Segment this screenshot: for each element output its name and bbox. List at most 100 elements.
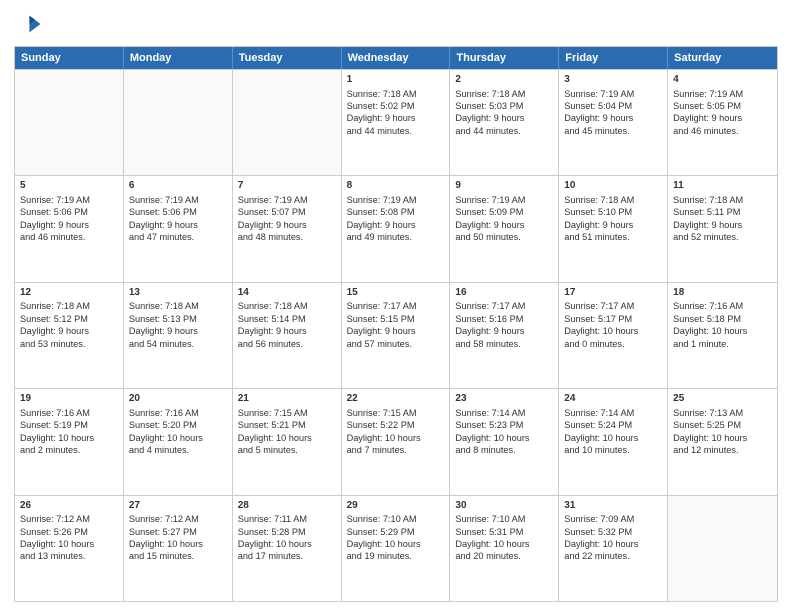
day-info-line: Sunset: 5:29 PM [347, 526, 445, 538]
day-cell-22: 22Sunrise: 7:15 AMSunset: 5:22 PMDayligh… [342, 389, 451, 494]
day-info-line: Daylight: 10 hours [129, 432, 227, 444]
day-number: 27 [129, 499, 227, 513]
day-number: 28 [238, 499, 336, 513]
day-number: 30 [455, 499, 553, 513]
day-info-line: Daylight: 10 hours [673, 432, 772, 444]
day-info-line: Daylight: 9 hours [347, 325, 445, 337]
day-info-line: and 58 minutes. [455, 338, 553, 350]
day-number: 31 [564, 499, 662, 513]
day-info-line: Daylight: 9 hours [673, 112, 772, 124]
day-number: 10 [564, 179, 662, 193]
day-info-line: and 48 minutes. [238, 231, 336, 243]
day-info-line: and 2 minutes. [20, 444, 118, 456]
day-info-line: Sunrise: 7:19 AM [129, 194, 227, 206]
day-info-line: Sunrise: 7:19 AM [455, 194, 553, 206]
day-cell-29: 29Sunrise: 7:10 AMSunset: 5:29 PMDayligh… [342, 496, 451, 601]
day-info-line: Daylight: 9 hours [238, 325, 336, 337]
calendar-row: 12Sunrise: 7:18 AMSunset: 5:12 PMDayligh… [15, 282, 777, 388]
day-cell-31: 31Sunrise: 7:09 AMSunset: 5:32 PMDayligh… [559, 496, 668, 601]
day-info-line: Sunrise: 7:14 AM [564, 407, 662, 419]
day-info-line: and 45 minutes. [564, 125, 662, 137]
day-number: 1 [347, 73, 445, 87]
day-info-line: Sunrise: 7:19 AM [20, 194, 118, 206]
day-info-line: Sunset: 5:08 PM [347, 206, 445, 218]
day-info-line: Sunrise: 7:18 AM [673, 194, 772, 206]
day-number: 9 [455, 179, 553, 193]
day-info-line: Sunrise: 7:09 AM [564, 513, 662, 525]
day-info-line: and 44 minutes. [347, 125, 445, 137]
day-info-line: Daylight: 9 hours [673, 219, 772, 231]
day-info-line: Sunrise: 7:16 AM [673, 300, 772, 312]
day-info-line: Daylight: 10 hours [673, 325, 772, 337]
day-header-wednesday: Wednesday [342, 47, 451, 69]
day-info-line: and 47 minutes. [129, 231, 227, 243]
day-cell-15: 15Sunrise: 7:17 AMSunset: 5:15 PMDayligh… [342, 283, 451, 388]
day-info-line: Sunrise: 7:18 AM [20, 300, 118, 312]
day-info-line: Sunset: 5:13 PM [129, 313, 227, 325]
day-info-line: and 20 minutes. [455, 550, 553, 562]
day-info-line: Sunset: 5:22 PM [347, 419, 445, 431]
day-info-line: and 5 minutes. [238, 444, 336, 456]
day-info-line: Sunrise: 7:19 AM [673, 88, 772, 100]
day-info-line: Sunset: 5:32 PM [564, 526, 662, 538]
day-cell-19: 19Sunrise: 7:16 AMSunset: 5:19 PMDayligh… [15, 389, 124, 494]
day-info-line: Sunset: 5:28 PM [238, 526, 336, 538]
day-number: 16 [455, 286, 553, 300]
day-info-line: and 22 minutes. [564, 550, 662, 562]
day-cell-7: 7Sunrise: 7:19 AMSunset: 5:07 PMDaylight… [233, 176, 342, 281]
day-info-line: and 46 minutes. [20, 231, 118, 243]
day-cell-11: 11Sunrise: 7:18 AMSunset: 5:11 PMDayligh… [668, 176, 777, 281]
day-info-line: and 56 minutes. [238, 338, 336, 350]
day-info-line: Daylight: 10 hours [20, 538, 118, 550]
day-info-line: Sunrise: 7:16 AM [129, 407, 227, 419]
day-info-line: Daylight: 9 hours [20, 219, 118, 231]
day-header-tuesday: Tuesday [233, 47, 342, 69]
day-info-line: Sunset: 5:20 PM [129, 419, 227, 431]
day-info-line: and 49 minutes. [347, 231, 445, 243]
day-cell-17: 17Sunrise: 7:17 AMSunset: 5:17 PMDayligh… [559, 283, 668, 388]
day-info-line: Daylight: 10 hours [238, 538, 336, 550]
day-info-line: and 0 minutes. [564, 338, 662, 350]
day-info-line: and 52 minutes. [673, 231, 772, 243]
day-cell-23: 23Sunrise: 7:14 AMSunset: 5:23 PMDayligh… [450, 389, 559, 494]
day-cell-5: 5Sunrise: 7:19 AMSunset: 5:06 PMDaylight… [15, 176, 124, 281]
day-cell-6: 6Sunrise: 7:19 AMSunset: 5:06 PMDaylight… [124, 176, 233, 281]
day-cell-16: 16Sunrise: 7:17 AMSunset: 5:16 PMDayligh… [450, 283, 559, 388]
day-info-line: Sunset: 5:24 PM [564, 419, 662, 431]
day-cell-24: 24Sunrise: 7:14 AMSunset: 5:24 PMDayligh… [559, 389, 668, 494]
day-info-line: and 44 minutes. [455, 125, 553, 137]
day-number: 17 [564, 286, 662, 300]
day-info-line: Sunset: 5:18 PM [673, 313, 772, 325]
day-info-line: Sunset: 5:10 PM [564, 206, 662, 218]
empty-cell [233, 70, 342, 175]
day-info-line: Daylight: 10 hours [564, 432, 662, 444]
day-header-friday: Friday [559, 47, 668, 69]
day-info-line: Sunset: 5:14 PM [238, 313, 336, 325]
day-number: 6 [129, 179, 227, 193]
day-info-line: Sunrise: 7:17 AM [347, 300, 445, 312]
day-number: 13 [129, 286, 227, 300]
day-info-line: Sunset: 5:02 PM [347, 100, 445, 112]
day-cell-30: 30Sunrise: 7:10 AMSunset: 5:31 PMDayligh… [450, 496, 559, 601]
day-info-line: Sunset: 5:07 PM [238, 206, 336, 218]
day-header-saturday: Saturday [668, 47, 777, 69]
day-info-line: Sunrise: 7:13 AM [673, 407, 772, 419]
day-cell-21: 21Sunrise: 7:15 AMSunset: 5:21 PMDayligh… [233, 389, 342, 494]
calendar-header-row: SundayMondayTuesdayWednesdayThursdayFrid… [15, 47, 777, 69]
day-info-line: Sunset: 5:05 PM [673, 100, 772, 112]
day-info-line: Daylight: 9 hours [129, 219, 227, 231]
day-info-line: and 50 minutes. [455, 231, 553, 243]
logo-icon [14, 10, 42, 38]
day-info-line: Sunset: 5:16 PM [455, 313, 553, 325]
empty-cell [15, 70, 124, 175]
day-info-line: Daylight: 9 hours [564, 112, 662, 124]
day-info-line: Sunset: 5:04 PM [564, 100, 662, 112]
day-info-line: Sunrise: 7:18 AM [238, 300, 336, 312]
day-number: 5 [20, 179, 118, 193]
calendar: SundayMondayTuesdayWednesdayThursdayFrid… [14, 46, 778, 602]
day-info-line: and 4 minutes. [129, 444, 227, 456]
calendar-row: 26Sunrise: 7:12 AMSunset: 5:26 PMDayligh… [15, 495, 777, 601]
day-info-line: Sunrise: 7:15 AM [238, 407, 336, 419]
day-info-line: Daylight: 9 hours [564, 219, 662, 231]
day-info-line: Sunrise: 7:15 AM [347, 407, 445, 419]
